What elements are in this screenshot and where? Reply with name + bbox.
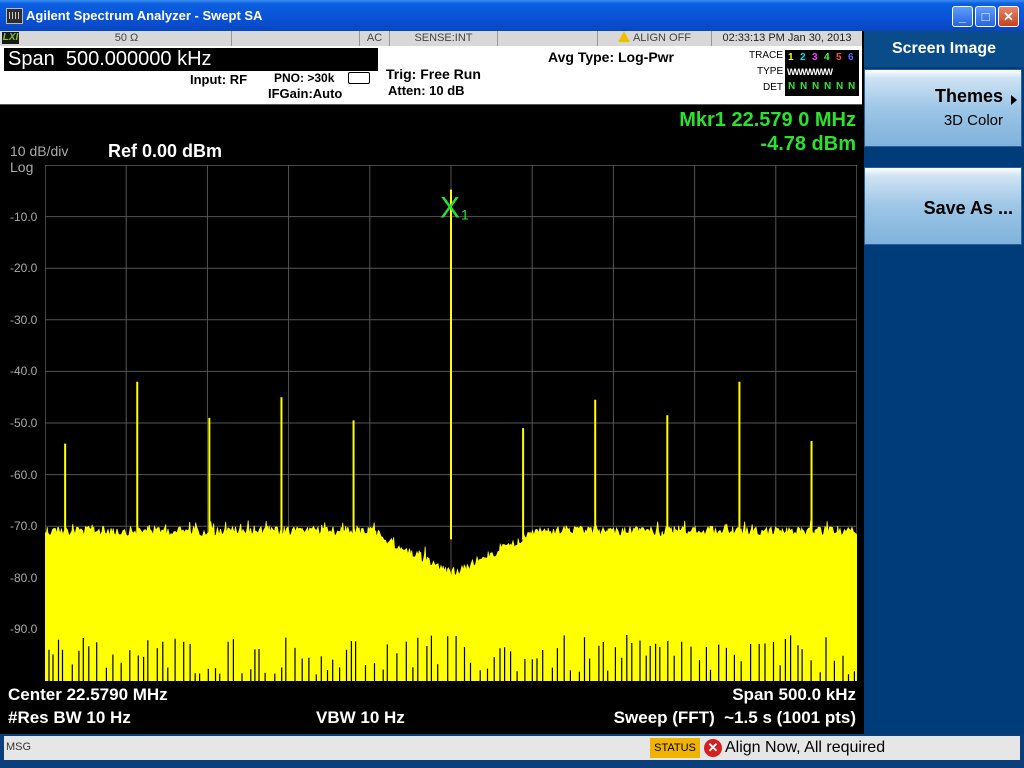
y-tick-label: -80.0: [10, 570, 38, 585]
trace-detector-1: N: [788, 81, 796, 92]
sweep-time: Sweep (FFT) ~1.5 s (1001 pts): [613, 708, 856, 727]
message-bar: MSG STATUS ✕ Align Now, All required: [0, 734, 1024, 768]
trace-label: TRACE: [749, 50, 783, 61]
window-title: Agilent Spectrum Analyzer - Swept SA: [26, 8, 263, 23]
error-icon: ✕: [704, 739, 722, 757]
align-status: ALIGN OFF: [598, 31, 712, 46]
y-tick-label: -70.0: [10, 519, 38, 534]
window-title-bar: Agilent Spectrum Analyzer - Swept SA _ □…: [0, 0, 1024, 31]
trace-detector-5: N: [836, 81, 844, 92]
save-as-softkey[interactable]: Save As ...: [864, 167, 1022, 245]
marker-amplitude: -4.78 dBm: [760, 133, 856, 155]
pno-icon: [348, 72, 370, 84]
date-time: 02:33:13 PM Jan 30, 2013: [722, 32, 852, 44]
video-bandwidth: VBW 10 Hz: [316, 708, 405, 727]
trace-number-2: 2: [800, 52, 806, 63]
trace-detector-6: N: [848, 81, 856, 92]
active-function[interactable]: Span 500.000000 kHz: [4, 48, 378, 71]
status-button[interactable]: STATUS: [650, 738, 700, 758]
softkey-menu-title: Screen Image: [864, 31, 1024, 67]
spectrum-display: Mkr1 22.579 0 MHz -4.78 dBm 10 dB/div Lo…: [0, 104, 862, 735]
save-as-label: Save As ...: [923, 198, 1013, 218]
themes-label: Themes: [934, 86, 1003, 106]
reference-level: Ref 0.00 dBm: [108, 141, 223, 161]
themes-softkey[interactable]: Themes 3D Color: [864, 69, 1022, 147]
settings-panel: Span 500.000000 kHz Input: RF PNO: >30k …: [0, 46, 862, 104]
trace-detector-2: N: [800, 81, 808, 92]
trace-number-4: 4: [824, 52, 830, 63]
impedance-indicator: 50 Ω: [22, 31, 232, 46]
ifgain-setting: IFGain:Auto: [268, 86, 343, 101]
close-button[interactable]: ✕: [998, 6, 1019, 27]
det-label: DET: [763, 82, 783, 93]
instrument-status-bar: LXI 50 Ω AC SENSE:INT ALIGN OFF 02:33:13…: [0, 31, 862, 46]
themes-value: 3D Color: [943, 112, 1003, 129]
center-frequency: Center 22.5790 MHz: [8, 685, 168, 704]
coupling-indicator: AC: [360, 31, 390, 46]
trace-number-5: 5: [836, 52, 842, 63]
y-tick-label: -20.0: [10, 261, 38, 276]
spectrum-analyzer-icon: [6, 8, 23, 24]
trace-number-6: 6: [848, 52, 854, 63]
trace-number-1: 1: [788, 52, 794, 63]
y-tick-label: -50.0: [10, 416, 38, 430]
avg-type-setting: Avg Type: Log-Pwr: [548, 49, 674, 65]
softkey-panel: Screen Image Themes 3D Color Save As ...: [864, 31, 1024, 734]
lxi-badge: LXI: [2, 32, 19, 44]
sense-indicator: SENSE:INT: [390, 31, 498, 46]
minimize-button[interactable]: _: [952, 6, 973, 27]
trace-status-grid: 123456 WWWWWW NNNNNN: [785, 50, 859, 96]
span-value: 500.000000 kHz: [65, 48, 212, 70]
input-setting: Input: RF: [190, 72, 248, 87]
trace-number-3: 3: [812, 52, 818, 63]
marker-number: 1: [461, 207, 469, 223]
atten-setting: Atten: 10 dB: [388, 83, 465, 98]
pno-setting: PNO: >30k: [274, 71, 335, 85]
warning-icon: [617, 31, 630, 42]
span-readout: Span 500.0 kHz: [732, 685, 856, 704]
spectrum-plot[interactable]: X1: [45, 165, 857, 681]
marker-x-icon[interactable]: X: [440, 192, 460, 225]
trace-detector-4: N: [824, 81, 832, 92]
msg-label: MSG: [6, 741, 32, 753]
submenu-arrow-icon: [1011, 95, 1017, 105]
y-tick-label: -10.0: [10, 209, 38, 224]
scale-type: Log: [10, 159, 34, 175]
resolution-bandwidth: #Res BW 10 Hz: [8, 708, 131, 727]
scale-per-div: 10 dB/div: [10, 143, 69, 159]
y-tick-label: -60.0: [10, 467, 38, 482]
y-tick-label: -90.0: [10, 622, 38, 637]
type-label: TYPE: [757, 66, 784, 77]
marker-frequency: Mkr1 22.579 0 MHz: [679, 109, 856, 131]
trace-detector-3: N: [812, 81, 820, 92]
status-message: Align Now, All required: [725, 739, 886, 756]
y-tick-label: -30.0: [10, 312, 38, 327]
y-tick-label: -40.0: [10, 364, 38, 379]
trigger-setting: Trig: Free Run: [386, 66, 481, 82]
trace-types: WWWWWW: [787, 67, 833, 77]
maximize-button[interactable]: □: [975, 6, 996, 27]
